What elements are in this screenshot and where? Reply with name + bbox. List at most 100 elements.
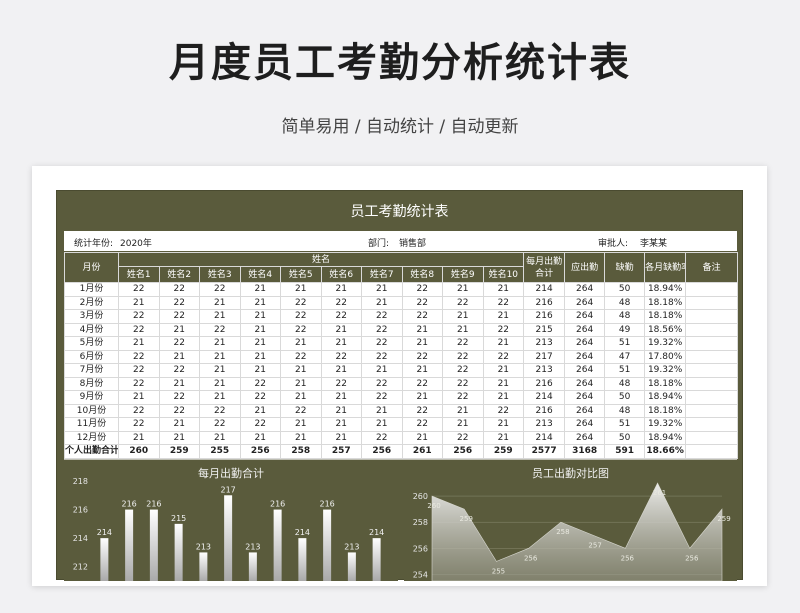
month-cell: 个人出勤合计 (64, 444, 119, 459)
required-cell: 264 (564, 322, 606, 337)
attendance-cell: 256 (442, 444, 484, 459)
attendance-cell: 21 (361, 363, 403, 378)
attendance-cell: 22 (442, 363, 484, 378)
bar-data-label: 213 (245, 542, 260, 551)
attendance-cell: 21 (442, 322, 484, 337)
attendance-cell: 22 (401, 282, 443, 297)
attendance-cell: 22 (239, 376, 281, 391)
table-row: 6月份 22 21 21 21 22 22 22 22 22 22 217 264 47 17.80% (64, 349, 739, 364)
attendance-cell: 22 (401, 295, 443, 310)
chart-divider (64, 459, 737, 460)
bar (100, 538, 109, 581)
rate-cell: 18.18% (644, 295, 687, 310)
attendance-cell: 21 (361, 282, 403, 297)
attendance-cell: 22 (482, 403, 525, 418)
attendance-cell: 22 (158, 309, 200, 324)
attendance-cell: 21 (158, 349, 200, 364)
y-tick-label: 214 (73, 534, 88, 543)
report-meta-row: 统计年份: 2020年 部门: 销售部 审批人: 李某某 (64, 231, 737, 251)
note-cell (685, 390, 739, 405)
table-row: 2月份 21 22 21 21 22 22 21 22 22 22 216 264 48 18.18% (64, 295, 739, 310)
absent-cell: 48 (604, 403, 646, 418)
area-data-label: 257 (588, 541, 601, 549)
table-row: 9月份 21 22 21 22 21 21 22 21 22 21 214 264 50 18.94% (64, 390, 739, 405)
attendance-cell: 21 (199, 309, 241, 324)
attendance-cell: 257 (320, 444, 362, 459)
attendance-table: 月份 姓名 每月出勤合计 应出勤 缺勤 各月缺勤率 备注 姓名1姓名2姓名3姓名… (64, 251, 739, 459)
area-data-label: 258 (556, 528, 569, 536)
attendance-cell: 21 (158, 322, 200, 337)
bar (149, 509, 158, 581)
note-cell (685, 403, 739, 418)
attendance-cell: 22 (361, 430, 403, 445)
year-value: 2020年 (120, 239, 152, 249)
rate-cell: 18.66% (644, 444, 687, 459)
header-required: 应出勤 (564, 252, 606, 283)
note-cell (685, 309, 739, 324)
header-name-5: 姓名5 (280, 266, 322, 283)
attendance-cell: 21 (280, 282, 322, 297)
attendance-cell: 21 (239, 295, 281, 310)
table-row: 11月份 22 21 22 22 21 21 21 22 21 21 213 264 51 19.32% (64, 417, 739, 432)
attendance-cell: 22 (482, 295, 525, 310)
attendance-cell: 21 (239, 322, 281, 337)
attendance-cell: 21 (199, 376, 241, 391)
required-cell: 264 (564, 417, 606, 432)
required-cell: 3168 (564, 444, 606, 459)
attendance-cell: 21 (361, 295, 403, 310)
attendance-cell: 22 (158, 363, 200, 378)
required-cell: 264 (564, 309, 606, 324)
monthly-total-cell: 216 (523, 376, 566, 391)
required-cell: 264 (564, 282, 606, 297)
bar-data-label: 214 (295, 528, 310, 537)
attendance-cell: 22 (442, 336, 484, 351)
rate-cell: 19.32% (644, 417, 687, 432)
attendance-cell: 255 (199, 444, 241, 459)
y-tick-label: 218 (73, 477, 88, 486)
attendance-cell: 22 (482, 349, 525, 364)
bar (347, 552, 356, 581)
attendance-cell: 22 (280, 322, 322, 337)
note-cell (685, 376, 739, 391)
attendance-cell: 22 (158, 282, 200, 297)
attendance-cell: 21 (280, 430, 322, 445)
attendance-cell: 21 (239, 349, 281, 364)
rate-cell: 18.18% (644, 376, 687, 391)
attendance-cell: 21 (118, 390, 160, 405)
attendance-cell: 22 (199, 403, 241, 418)
attendance-cell: 22 (118, 322, 160, 337)
bar (323, 509, 332, 581)
monthly-total-cell: 214 (523, 390, 566, 405)
bar (298, 538, 307, 581)
attendance-cell: 22 (442, 376, 484, 391)
attendance-cell: 22 (118, 309, 160, 324)
attendance-cell: 22 (361, 390, 403, 405)
attendance-cell: 22 (199, 417, 241, 432)
attendance-cell: 261 (401, 444, 443, 459)
required-cell: 264 (564, 430, 606, 445)
bar-data-label: 216 (121, 500, 136, 509)
attendance-cell: 21 (158, 417, 200, 432)
month-cell: 4月份 (64, 322, 119, 337)
area-data-label: 256 (685, 554, 699, 562)
monthly-total-cell: 215 (523, 322, 566, 337)
year-label: 统计年份: (74, 239, 114, 249)
attendance-cell: 258 (280, 444, 322, 459)
attendance-cell: 256 (361, 444, 403, 459)
header-name-4: 姓名4 (239, 266, 281, 283)
attendance-cell: 22 (361, 322, 403, 337)
bar-data-label: 213 (196, 542, 211, 551)
absent-cell: 50 (604, 282, 646, 297)
attendance-cell: 21 (320, 417, 362, 432)
attendance-cell: 22 (442, 390, 484, 405)
y-tick-label: 256 (413, 544, 428, 553)
monthly-total-cell: 213 (523, 363, 566, 378)
attendance-cell: 256 (239, 444, 281, 459)
attendance-cell: 22 (239, 417, 281, 432)
absent-cell: 50 (604, 430, 646, 445)
attendance-cell: 21 (401, 430, 443, 445)
area-data-label: 256 (524, 554, 538, 562)
attendance-cell: 22 (118, 403, 160, 418)
bar (248, 552, 257, 581)
table-row: 10月份 22 22 22 21 22 21 21 22 21 22 216 264 48 18.18% (64, 403, 739, 418)
